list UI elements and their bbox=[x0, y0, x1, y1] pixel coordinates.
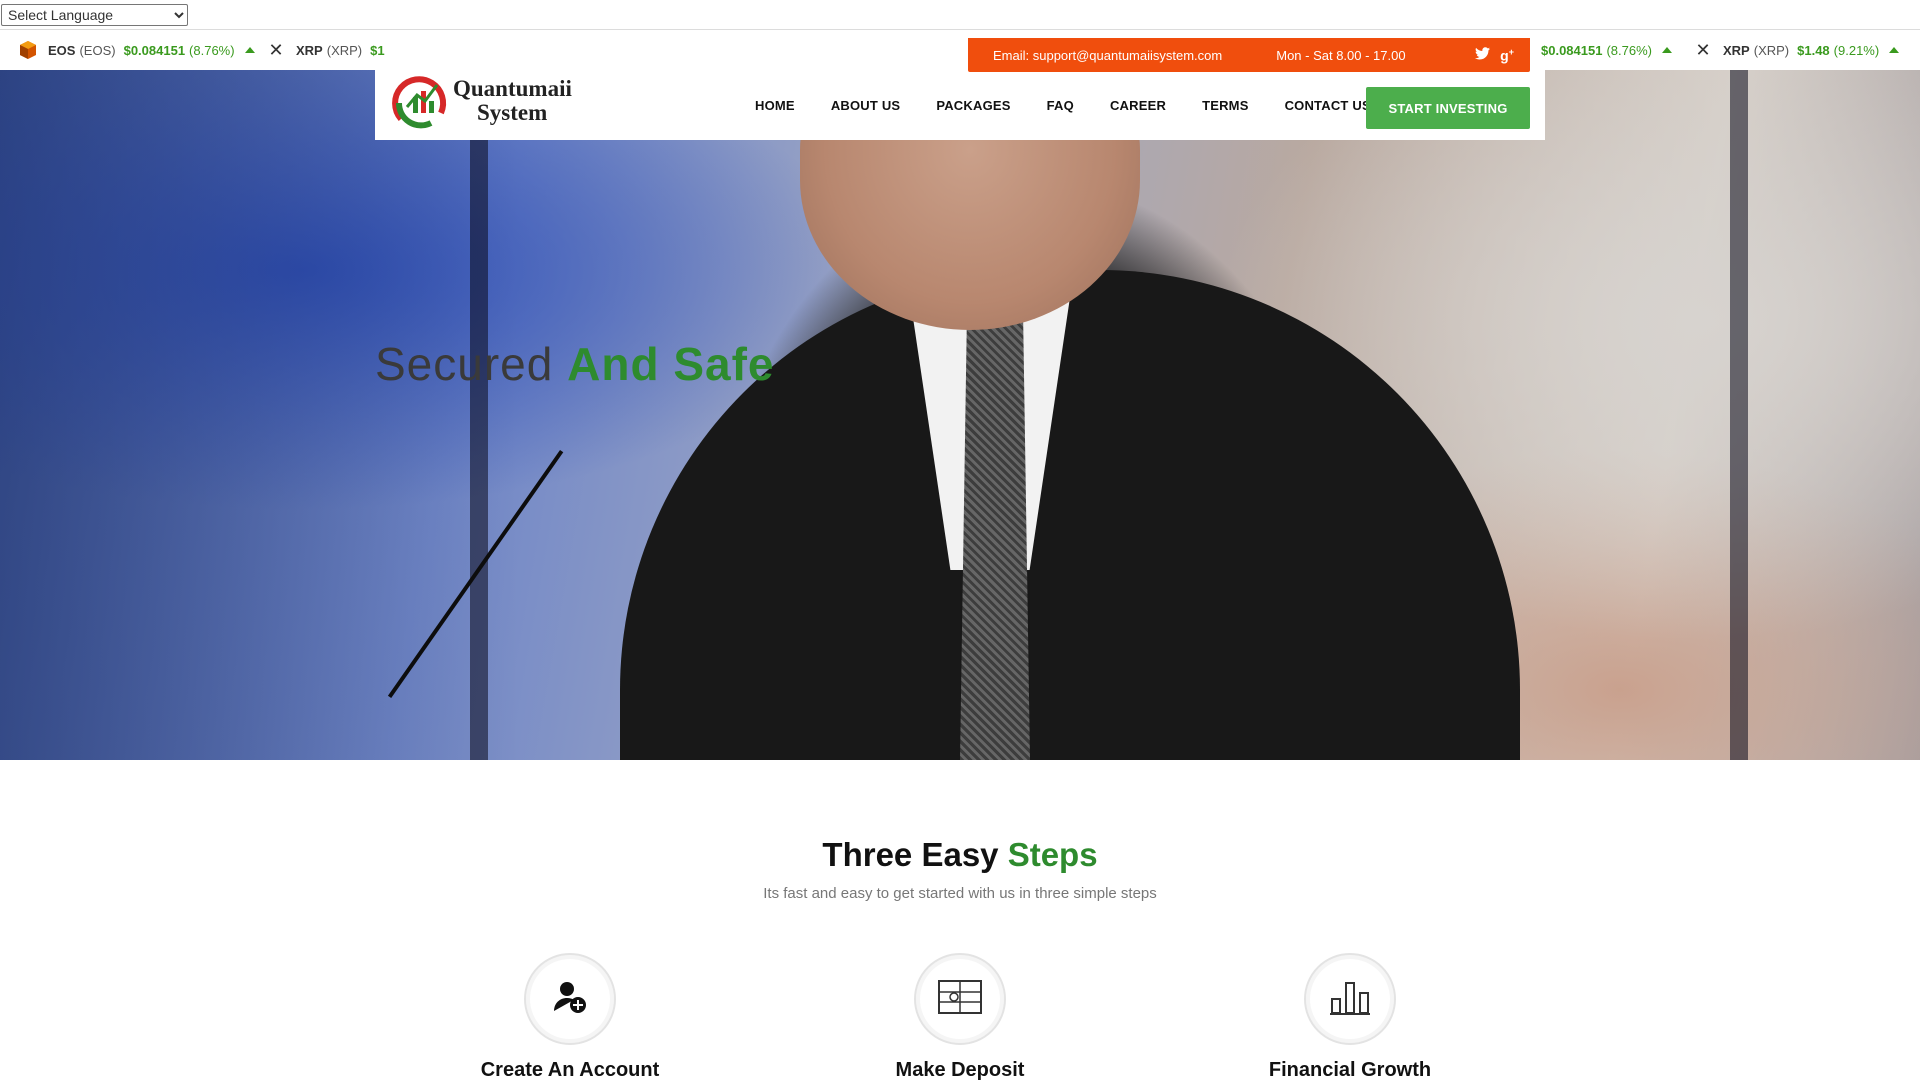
ticker-coin-name: XRP bbox=[1723, 42, 1750, 58]
site-header: Quantumaii System HOME ABOUT US PACKAGES… bbox=[375, 70, 1545, 140]
ticker-coin-change: (8.76%) bbox=[189, 42, 235, 58]
step-label: Financial Growth bbox=[1268, 1059, 1432, 1081]
logo-text-line2: System bbox=[477, 100, 548, 125]
step-label: Make Deposit bbox=[895, 1059, 1025, 1081]
eos-icon bbox=[18, 40, 38, 60]
ticker-coin-price: $1.48 bbox=[1797, 42, 1830, 58]
bar-chart-icon bbox=[1330, 979, 1370, 1020]
language-select[interactable]: Select Language bbox=[1, 4, 188, 26]
ticker-coin-change: (8.76%) bbox=[1606, 42, 1652, 58]
background-window-frame bbox=[1730, 70, 1748, 760]
ticker-coin-price: $1 bbox=[370, 42, 385, 58]
step-icon-circle bbox=[524, 953, 616, 1045]
deposit-icon bbox=[938, 979, 982, 1019]
add-user-icon bbox=[552, 979, 588, 1020]
up-arrow-icon bbox=[244, 47, 255, 53]
hero-title-plain: Secured bbox=[375, 338, 554, 390]
logo-text: Quantumaii System bbox=[453, 77, 572, 125]
crypto-ticker: EOS (EOS) $0.084151 (8.76%) ✕ XRP (XRP) … bbox=[0, 30, 1920, 70]
ticker-item-eos-repeat[interactable]: $0.084151 (8.76%) bbox=[1541, 30, 1672, 70]
site-logo[interactable]: Quantumaii System bbox=[391, 70, 591, 132]
contact-hours: Mon - Sat 8.00 - 17.00 bbox=[1276, 47, 1406, 63]
contact-email[interactable]: Email: support@quantumaiisystem.com bbox=[993, 48, 1222, 63]
ticker-item-xrp[interactable]: ✕ XRP (XRP) $1 bbox=[266, 30, 385, 70]
ticker-coin-symbol: (EOS) bbox=[79, 42, 116, 58]
ticker-item-xrp-repeat[interactable]: ✕ XRP (XRP) $1.48 (9.21%) bbox=[1693, 30, 1900, 70]
ticker-coin-symbol: (XRP) bbox=[1753, 42, 1790, 58]
nav-home[interactable]: HOME bbox=[755, 98, 795, 113]
steps-title-accent: Steps bbox=[1007, 836, 1098, 873]
ticker-coin-name: EOS bbox=[48, 42, 76, 58]
logo-text-line1: Quantumaii bbox=[453, 76, 572, 101]
hero-banner bbox=[0, 70, 1920, 760]
ticker-coin-name: XRP bbox=[296, 42, 323, 58]
social-links: g+ bbox=[1465, 47, 1514, 64]
hero-title-accent: And Safe bbox=[567, 338, 775, 390]
xrp-icon: ✕ bbox=[1695, 40, 1711, 60]
steps-subtitle: Its fast and easy to get started with us… bbox=[763, 885, 1157, 902]
ticker-item-eos[interactable]: EOS (EOS) $0.084151 (8.76%) bbox=[18, 30, 255, 70]
up-arrow-icon bbox=[1661, 47, 1672, 53]
ticker-coin-price: $0.084151 bbox=[123, 42, 186, 58]
ticker-coin-price: $0.084151 bbox=[1541, 42, 1603, 58]
nav-contact-us[interactable]: CONTACT US bbox=[1285, 98, 1371, 113]
nav-faq[interactable]: FAQ bbox=[1047, 98, 1074, 113]
hero-photo-tie bbox=[960, 310, 1030, 760]
xrp-icon: ✕ bbox=[268, 40, 284, 60]
step-make-deposit: Make Deposit bbox=[840, 953, 1080, 1082]
start-investing-button[interactable]: START INVESTING bbox=[1366, 87, 1530, 129]
nav-packages[interactable]: PACKAGES bbox=[936, 98, 1010, 113]
hero-title: Secured And Safe bbox=[375, 337, 775, 391]
steps-title: Three Easy Steps bbox=[0, 836, 1920, 874]
hero-shade bbox=[0, 70, 520, 760]
up-arrow-icon bbox=[1889, 47, 1900, 53]
ticker-coin-symbol: (XRP) bbox=[326, 42, 363, 58]
logo-mark-icon bbox=[391, 73, 449, 129]
twitter-icon[interactable] bbox=[1475, 47, 1491, 63]
step-financial-growth: Financial Growth bbox=[1230, 953, 1470, 1082]
ticker-coin-change: (9.21%) bbox=[1833, 42, 1880, 58]
step-create-account: Create An Account bbox=[450, 953, 690, 1082]
nav-about-us[interactable]: ABOUT US bbox=[831, 98, 901, 113]
contact-strip: Email: support@quantumaiisystem.com Mon … bbox=[968, 38, 1530, 72]
language-bar: Select Language bbox=[0, 0, 1920, 30]
google-plus-icon[interactable]: g+ bbox=[1500, 47, 1514, 64]
nav-career[interactable]: CAREER bbox=[1110, 98, 1166, 113]
step-icon-circle bbox=[914, 953, 1006, 1045]
steps-title-plain: Three Easy bbox=[822, 836, 999, 873]
main-nav: HOME ABOUT US PACKAGES FAQ CAREER TERMS … bbox=[755, 98, 1407, 113]
step-icon-circle bbox=[1304, 953, 1396, 1045]
step-label: Create An Account bbox=[480, 1059, 660, 1081]
nav-terms[interactable]: TERMS bbox=[1202, 98, 1249, 113]
